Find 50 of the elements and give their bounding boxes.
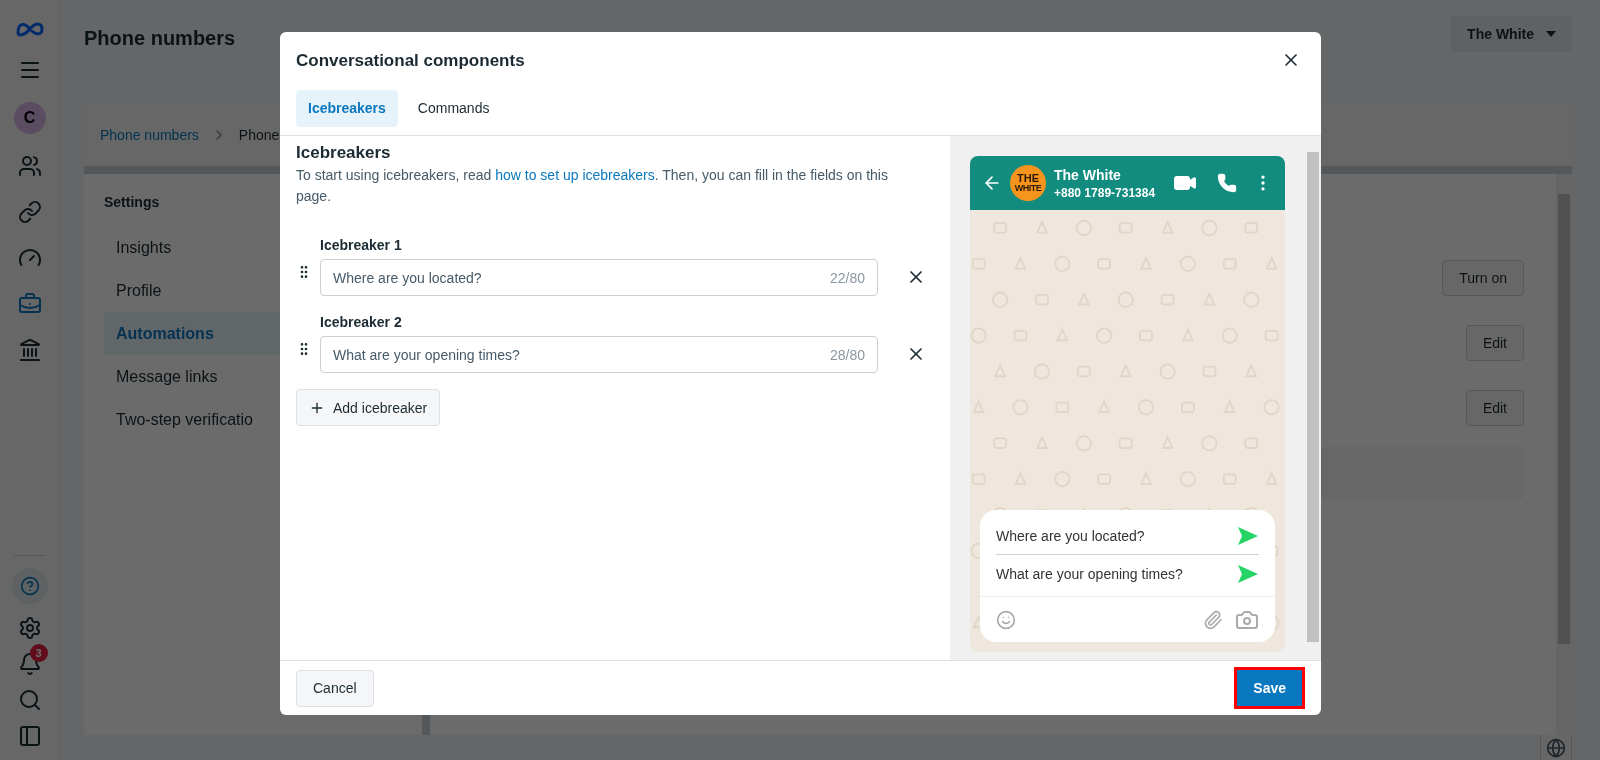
breadcrumb-current: Phone xyxy=(238,126,280,145)
dialog-scrollbar[interactable] xyxy=(1305,135,1321,660)
scrollbar[interactable] xyxy=(1556,174,1572,735)
panel-icon[interactable] xyxy=(17,724,42,748)
description: To start using icebreakers, read how to set up icebreakers. Then, you can fill in the fields on this page. xyxy=(296,166,889,206)
icebreaker-input[interactable]: Where are you located? 22/80 xyxy=(320,259,878,296)
bank-icon[interactable] xyxy=(17,338,42,362)
paperclip-icon[interactable] xyxy=(1203,609,1223,630)
input-value: Where are you located? xyxy=(333,268,482,288)
notification-badge: 3 xyxy=(29,644,48,662)
help-icon xyxy=(19,576,40,596)
dialog-title: Conversational components xyxy=(296,50,525,72)
icebreaker-input[interactable]: What are your opening times? 28/80 xyxy=(320,336,878,373)
tab[interactable]: Commands xyxy=(405,89,502,127)
page-title: Phone numbers xyxy=(84,26,236,51)
cancel-button[interactable]: Cancel xyxy=(296,669,374,707)
contact-phone: +880 1789-731384 xyxy=(1054,184,1156,201)
account-dropdown[interactable]: The White xyxy=(1451,16,1572,52)
send-icon[interactable] xyxy=(1237,526,1259,546)
send-icon[interactable] xyxy=(1237,563,1259,584)
settings-heading: Settings xyxy=(104,194,160,210)
icebreaker-label: Icebreaker 2 xyxy=(320,313,403,332)
action-button[interactable]: Turn on xyxy=(1442,260,1524,296)
action-button[interactable]: Edit xyxy=(1465,390,1524,426)
save-button[interactable]: Save xyxy=(1234,667,1305,709)
search-icon[interactable] xyxy=(17,688,42,712)
logo-icon xyxy=(14,20,45,38)
icebreaker-suggestion[interactable]: What are your opening times? xyxy=(996,563,1183,584)
caret-icon xyxy=(1546,31,1556,37)
icebreaker-label: Icebreaker 1 xyxy=(320,236,403,255)
tab[interactable]: Icebreakers xyxy=(296,89,398,127)
icebreaker-suggestion[interactable]: Where are you located? xyxy=(996,526,1145,546)
breadcrumb-link[interactable]: Phone numbers xyxy=(100,125,199,145)
contact-avatar: THE WHITE xyxy=(1010,164,1046,201)
character-count: 28/80 xyxy=(829,345,865,365)
briefcase-icon[interactable] xyxy=(17,292,42,316)
avatar[interactable]: C xyxy=(13,102,46,134)
character-count: 22/80 xyxy=(829,268,865,288)
contact-name: The White xyxy=(1054,165,1122,185)
emoji-icon[interactable] xyxy=(996,609,1016,630)
action-button[interactable]: Edit xyxy=(1465,325,1524,361)
add-icebreaker-button[interactable]: Add icebreaker xyxy=(296,389,441,426)
people-icon[interactable] xyxy=(17,154,42,178)
section-title: Icebreakers xyxy=(296,141,392,164)
settings-icon[interactable] xyxy=(17,616,42,640)
help-button[interactable] xyxy=(11,568,48,604)
help-link[interactable]: how to set up icebreakers xyxy=(495,167,655,183)
link-icon[interactable] xyxy=(17,200,42,224)
globe-icon xyxy=(1546,737,1566,758)
phone-icon[interactable] xyxy=(1217,172,1237,193)
